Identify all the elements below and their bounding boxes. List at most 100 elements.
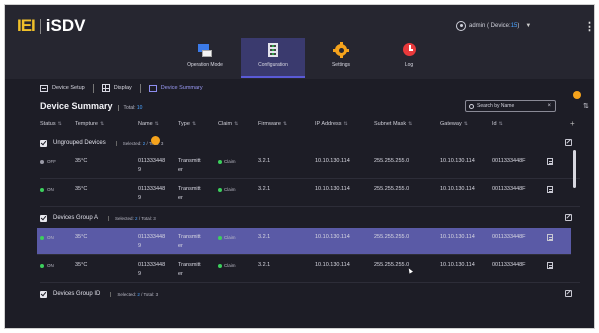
sort-icon: ⇅ — [282, 121, 288, 127]
group-name: Devices Group A — [53, 215, 99, 221]
col-id[interactable]: Id ⇅ — [492, 121, 503, 127]
col-claim[interactable]: Claim ⇅ — [218, 121, 238, 127]
claim-text: Claim — [224, 159, 236, 164]
temp-cell: 35°C — [75, 262, 88, 268]
sort-icon: ⇅ — [191, 121, 197, 127]
display-button[interactable]: Display — [101, 84, 132, 92]
name-cell: 0113334489 — [138, 186, 166, 201]
firmware-cell: 3.2.1 — [258, 234, 271, 240]
id-cell: 0011333448F — [492, 158, 526, 164]
divider — [92, 83, 94, 93]
display-label: Display — [113, 85, 132, 91]
gateway-cell: 10.10.130.114 — [440, 158, 475, 164]
firmware-cell: 3.2.1 — [258, 158, 271, 164]
settings-icon — [333, 42, 349, 58]
group-header[interactable]: Devices Group ID Selected: 2 / Total: 3 — [40, 286, 580, 302]
status-dot — [40, 187, 44, 192]
col-label: Tempture — [75, 121, 98, 127]
page-title: Device Summary — [40, 101, 113, 111]
group-name: Devices Group ID — [53, 291, 101, 297]
type-cell: Transmitter — [178, 158, 201, 173]
col-firmware[interactable]: Firmware ⇅ — [258, 121, 287, 127]
group-checkbox[interactable] — [40, 290, 47, 298]
summary-header: Device Summary Total: 10 — [40, 101, 142, 111]
col-label: Type — [178, 121, 190, 127]
sort-icon[interactable]: ⇅ — [583, 102, 589, 110]
sort-icon: ⇅ — [99, 121, 105, 127]
claim-dot — [218, 235, 222, 240]
col-subnet-mask[interactable]: Subnet Mask ⇅ — [374, 121, 412, 127]
col-label: Name — [138, 121, 153, 127]
table-row[interactable]: ON 35°C 0113334489 Transmitter Claim 3.2… — [40, 180, 580, 207]
clear-icon[interactable]: × — [547, 103, 551, 109]
details-icon[interactable] — [547, 262, 553, 269]
claim-dot — [218, 187, 222, 192]
scrollbar[interactable] — [573, 150, 576, 188]
firmware-cell: 3.2.1 — [258, 262, 271, 268]
user-menu[interactable]: admin ( Device: 15 ) ▼ — [456, 21, 531, 31]
name-cell: 0113334489 — [138, 262, 166, 277]
group-selection-count: Selected: 2 / Total: 3 — [110, 291, 158, 297]
edit-icon[interactable] — [565, 290, 572, 297]
details-icon[interactable] — [547, 186, 553, 193]
status-cell: OFF — [40, 157, 56, 167]
table-row[interactable]: OFF 35°C 0113334489 Transmitter Claim 3.… — [40, 152, 580, 179]
sort-icon: ⇅ — [57, 121, 62, 127]
col-name[interactable]: Name ⇅ — [138, 121, 159, 127]
col-label: Claim — [218, 121, 233, 127]
col-gateway[interactable]: Gateway ⇅ — [440, 121, 468, 127]
more-menu-icon[interactable]: ⋮ — [584, 20, 594, 33]
device-summary-button[interactable]: Device Summary — [148, 84, 203, 92]
col-label: Gateway — [440, 121, 462, 127]
add-column-icon[interactable]: + — [570, 119, 575, 128]
col-label: Subnet Mask — [374, 121, 407, 127]
tab-operation-mode[interactable]: Operation Mode — [173, 38, 237, 78]
details-icon[interactable] — [547, 234, 553, 241]
tab-configuration[interactable]: Configuration — [241, 38, 305, 78]
type-cell: Transmitter — [178, 186, 201, 201]
col-ip-address[interactable]: IP Address ⇅ — [315, 121, 348, 127]
claim-text: Claim — [224, 235, 236, 240]
user-icon — [456, 21, 466, 31]
sort-icon: ⇅ — [463, 121, 468, 127]
type-cell: Transmitter — [178, 234, 201, 249]
col-type[interactable]: Type ⇅ — [178, 121, 196, 127]
tab-log[interactable]: Log — [377, 38, 441, 78]
table-row[interactable]: ON 35°C 0113334489 Transmitter Claim 3.2… — [40, 256, 580, 283]
col-tempture[interactable]: Tempture ⇅ — [75, 121, 104, 127]
col-status[interactable]: Status ⇅ — [40, 121, 62, 127]
user-label-suffix: ) — [517, 23, 520, 29]
group-header[interactable]: Devices Group A Selected: 2 / Total: 3 — [40, 210, 580, 226]
table-row-selected[interactable]: ON 35°C 0113334489 Transmitter Claim 3.2… — [37, 228, 571, 255]
total-value: 10 — [136, 105, 143, 111]
tab-label: Operation Mode — [187, 62, 223, 68]
status-text: ON — [47, 235, 54, 240]
sort-icon: ⇅ — [498, 121, 503, 127]
group-checkbox[interactable] — [40, 139, 47, 147]
claim-cell: Claim — [218, 157, 236, 167]
search-input[interactable]: Search by Name × — [465, 100, 556, 112]
sort-icon: ⇅ — [154, 121, 159, 127]
edit-icon[interactable] — [565, 139, 572, 146]
details-icon[interactable] — [547, 158, 553, 165]
tab-settings[interactable]: Settings — [309, 38, 373, 78]
mask-cell: 255.255.255.0 — [374, 234, 410, 240]
group-header[interactable]: Ungrouped Devices Selected: 2 / Total: 3 — [40, 135, 580, 151]
device-setup-button[interactable]: Device Setup — [40, 84, 85, 92]
gateway-cell: 10.10.130.114 — [440, 186, 475, 192]
highlight-marker — [151, 136, 160, 145]
firmware-cell: 3.2.1 — [258, 186, 271, 192]
claim-text: Claim — [224, 263, 236, 268]
group-checkbox[interactable] — [40, 214, 47, 222]
edit-icon[interactable] — [565, 214, 572, 221]
status-dot — [40, 235, 44, 240]
sort-icon: ⇅ — [408, 121, 413, 127]
tab-label: Configuration — [258, 62, 288, 68]
search-placeholder: Search by Name — [477, 103, 515, 109]
status-cell: ON — [40, 185, 54, 195]
device-summary-label: Device Summary — [160, 85, 203, 91]
gateway-cell: 10.10.130.114 — [440, 262, 475, 268]
device-count: 15 — [510, 23, 518, 29]
app-window: IEI iSDV Operation Mode Configuration Se… — [4, 4, 595, 329]
type-cell: Transmitter — [178, 262, 201, 277]
